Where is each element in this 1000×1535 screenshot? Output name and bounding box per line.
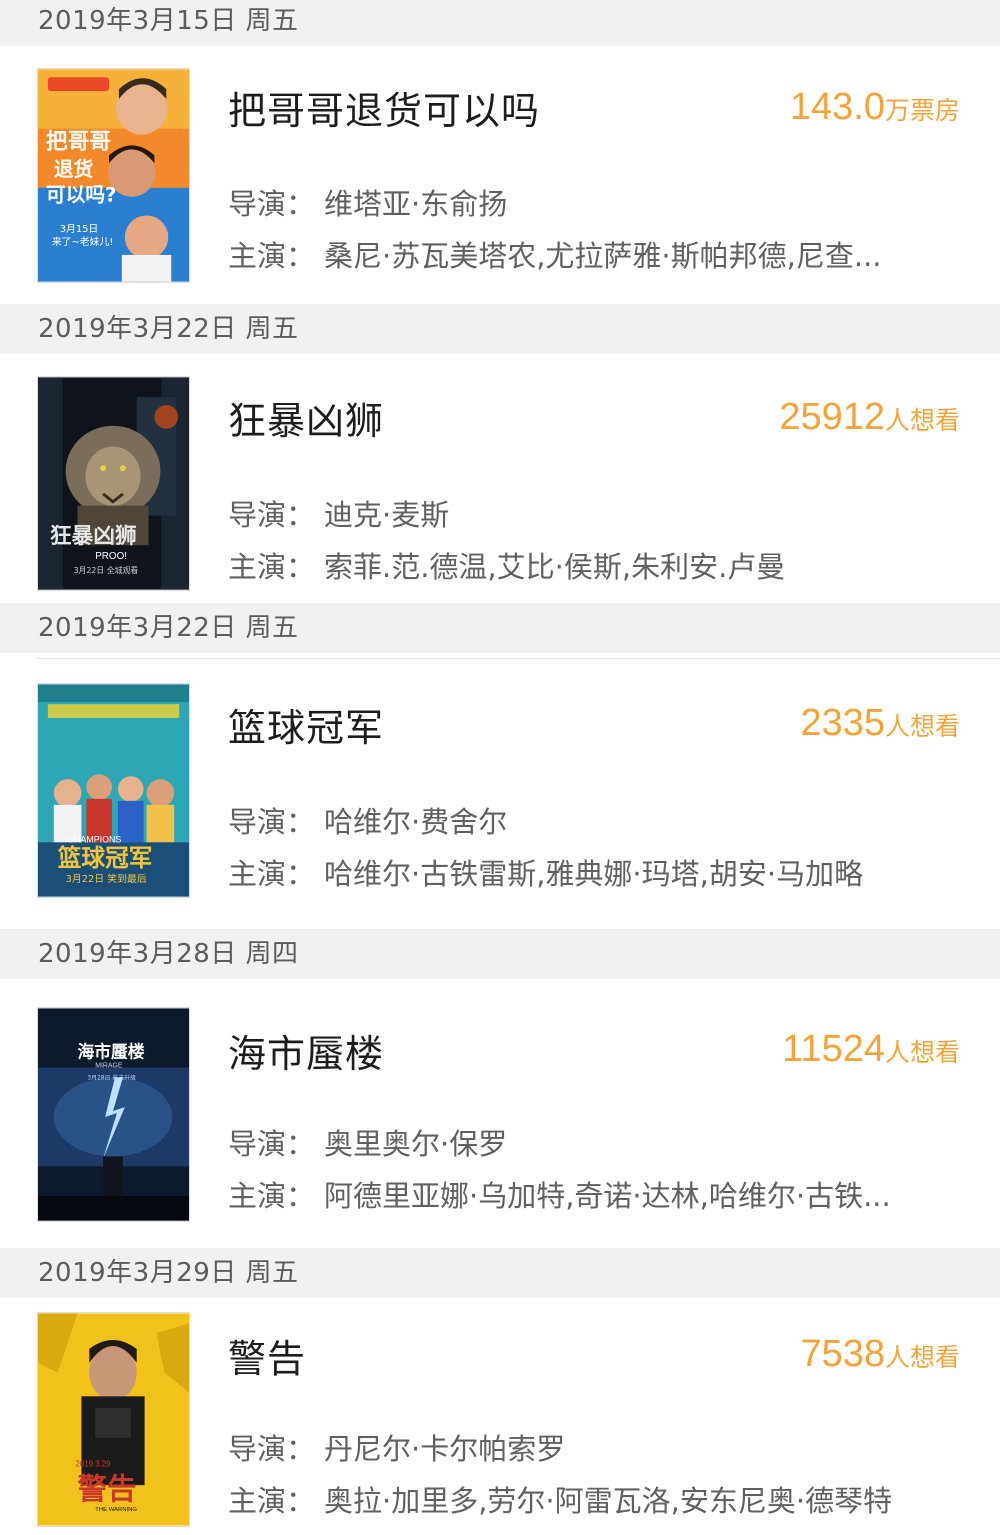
movie-poster[interactable]: 2019.3.29 警告 THE WARNING <box>37 1312 190 1527</box>
stat-unit: 人想看 <box>884 1038 960 1067</box>
movie-item[interactable]: 2019.3.29 警告 THE WARNING 警告 7538人想看 导演：丹… <box>0 1298 1000 1535</box>
director-label: 导演： <box>228 1432 316 1466</box>
cast-names: 阿德里亚娜·乌加特,奇诺·达林,哈维尔·古铁... <box>324 1179 891 1213</box>
director-label: 导演： <box>228 498 316 532</box>
svg-text:退货: 退货 <box>54 158 94 181</box>
svg-text:海市蜃楼: 海市蜃楼 <box>77 1042 144 1062</box>
movie-title[interactable]: 狂暴凶狮 <box>228 390 384 445</box>
movie-title[interactable]: 把哥哥退货可以吗 <box>228 80 540 135</box>
poster-lion-icon: 狂暴凶狮 PROO! 3月22日 全城观看 <box>38 377 189 590</box>
movie-item[interactable]: 狂暴凶狮 PROO! 3月22日 全城观看 狂暴凶狮 25912人想看 导演：迪… <box>0 354 1000 604</box>
cast-label: 主演： <box>228 239 316 273</box>
cast-line: 主演： 阿德里亚娜·乌加特,奇诺·达林,哈维尔·古铁... <box>228 1173 968 1215</box>
cast-line: 主演： 哈维尔·古铁雷斯,雅典娜·玛塔,胡安·马加略 <box>228 851 968 893</box>
movie-poster[interactable]: CHAMPIONS 篮球冠军 3月22日 笑到最后 <box>37 683 190 898</box>
date-header: 2019年3月22日 周五 <box>0 304 1000 354</box>
movie-item[interactable]: 海市蜃楼 MIRAGE 3月28日 暴击升级 海市蜃楼 11524人想看 导演：… <box>0 979 1000 1245</box>
director-line: 导演： 奥里奥尔·保罗 <box>228 1121 968 1163</box>
divider <box>37 658 1000 659</box>
cast-names: 哈维尔·古铁雷斯,雅典娜·玛塔,胡安·马加略 <box>324 857 864 891</box>
poster-basketball-icon: CHAMPIONS 篮球冠军 3月22日 笑到最后 <box>38 684 189 897</box>
director-line: 导演： 哈维尔·费舍尔 <box>228 799 968 841</box>
movie-poster[interactable]: 把哥哥 退货 可以吗? 3月15日 来了~老妹儿! <box>37 68 190 283</box>
director-label: 导演： <box>228 1127 316 1161</box>
svg-text:篮球冠军: 篮球冠军 <box>57 844 153 872</box>
date-header: 2019年3月22日 周五 <box>0 603 1000 653</box>
movie-item[interactable]: CHAMPIONS 篮球冠军 3月22日 笑到最后 篮球冠军 2335人想看 导… <box>0 653 1000 925</box>
svg-text:MIRAGE: MIRAGE <box>95 1063 123 1070</box>
date-header: 2019年3月15日 周五 <box>0 0 1000 46</box>
stat-unit: 万票房 <box>884 96 960 125</box>
movie-poster[interactable]: 海市蜃楼 MIRAGE 3月28日 暴击升级 <box>37 1007 190 1222</box>
cast-names: 奥拉·加里多,劳尔·阿雷瓦洛,安东尼奥·德琴特 <box>324 1484 893 1518</box>
poster-warning-icon: 2019.3.29 警告 THE WARNING <box>38 1313 189 1526</box>
cast-label: 主演： <box>228 550 316 584</box>
stat-value: 143.0 <box>789 86 885 128</box>
cast-line: 主演： 奥拉·加里多,劳尔·阿雷瓦洛,安东尼奥·德琴特 <box>228 1478 968 1520</box>
movie-stat: 143.0万票房 <box>790 86 960 129</box>
stat-unit: 人想看 <box>884 1343 960 1372</box>
svg-text:CHAMPIONS: CHAMPIONS <box>68 834 122 844</box>
cast-names: 索菲.范.德温,艾比·侯斯,朱利安.卢曼 <box>324 550 786 584</box>
svg-text:来了~老妹儿!: 来了~老妹儿! <box>52 235 114 248</box>
director-name: 哈维尔·费舍尔 <box>324 805 508 839</box>
director-name: 丹尼尔·卡尔帕索罗 <box>324 1432 566 1466</box>
poster-comedy-icon: 把哥哥 退货 可以吗? 3月15日 来了~老妹儿! <box>38 69 189 282</box>
movie-stat: 7538人想看 <box>800 1333 960 1376</box>
cast-line: 主演： 索菲.范.德温,艾比·侯斯,朱利安.卢曼 <box>228 544 968 586</box>
svg-text:PROO!: PROO! <box>95 551 127 562</box>
director-name: 奥里奥尔·保罗 <box>324 1127 508 1161</box>
svg-text:2019.3.29: 2019.3.29 <box>76 1459 111 1468</box>
svg-text:可以吗?: 可以吗? <box>46 184 117 207</box>
svg-text:3月22日 全城观看: 3月22日 全城观看 <box>74 565 139 575</box>
cast-names: 桑尼·苏瓦美塔农,尤拉萨雅·斯帕邦德,尼查... <box>324 239 882 273</box>
director-line: 导演： 维塔亚·东俞扬 <box>228 181 968 223</box>
movie-title[interactable]: 海市蜃楼 <box>228 1023 384 1078</box>
svg-text:THE WARNING: THE WARNING <box>95 1507 137 1513</box>
svg-text:3月22日 笑到最后: 3月22日 笑到最后 <box>66 872 147 885</box>
svg-text:把哥哥: 把哥哥 <box>46 128 111 154</box>
movie-title[interactable]: 警告 <box>228 1328 306 1383</box>
director-line: 导演： 迪克·麦斯 <box>228 492 968 534</box>
stat-value: 7538 <box>800 1333 885 1375</box>
stat-value: 2335 <box>800 702 885 744</box>
stat-unit: 人想看 <box>884 712 960 741</box>
poster-storm-icon: 海市蜃楼 MIRAGE 3月28日 暴击升级 <box>38 1008 189 1221</box>
svg-text:3月15日: 3月15日 <box>60 223 99 235</box>
movie-stat: 25912人想看 <box>779 396 960 439</box>
movie-stat: 11524人想看 <box>782 1028 960 1071</box>
cast-label: 主演： <box>228 1179 316 1213</box>
director-label: 导演： <box>228 187 316 221</box>
movie-poster[interactable]: 狂暴凶狮 PROO! 3月22日 全城观看 <box>37 376 190 591</box>
date-header: 2019年3月28日 周四 <box>0 929 1000 979</box>
stat-value: 25912 <box>779 396 885 438</box>
director-line: 导演： 丹尼尔·卡尔帕索罗 <box>228 1426 968 1468</box>
movie-stat: 2335人想看 <box>800 702 960 745</box>
director-name: 维塔亚·东俞扬 <box>324 187 508 221</box>
stat-unit: 人想看 <box>884 406 960 435</box>
svg-text:狂暴凶狮: 狂暴凶狮 <box>50 524 137 549</box>
cast-label: 主演： <box>228 857 316 891</box>
movie-item[interactable]: 把哥哥 退货 可以吗? 3月15日 来了~老妹儿! 把哥哥退货可以吗 143.0… <box>0 46 1000 300</box>
cast-label: 主演： <box>228 1484 316 1518</box>
cast-line: 主演： 桑尼·苏瓦美塔农,尤拉萨雅·斯帕邦德,尼查... <box>228 233 968 275</box>
date-header: 2019年3月29日 周五 <box>0 1248 1000 1298</box>
director-label: 导演： <box>228 805 316 839</box>
svg-text:警告: 警告 <box>77 1472 136 1506</box>
movie-title[interactable]: 篮球冠军 <box>228 697 384 752</box>
stat-value: 11524 <box>782 1028 885 1070</box>
svg-text:3月28日 暴击升级: 3月28日 暴击升级 <box>87 1073 136 1081</box>
director-name: 迪克·麦斯 <box>324 498 450 532</box>
